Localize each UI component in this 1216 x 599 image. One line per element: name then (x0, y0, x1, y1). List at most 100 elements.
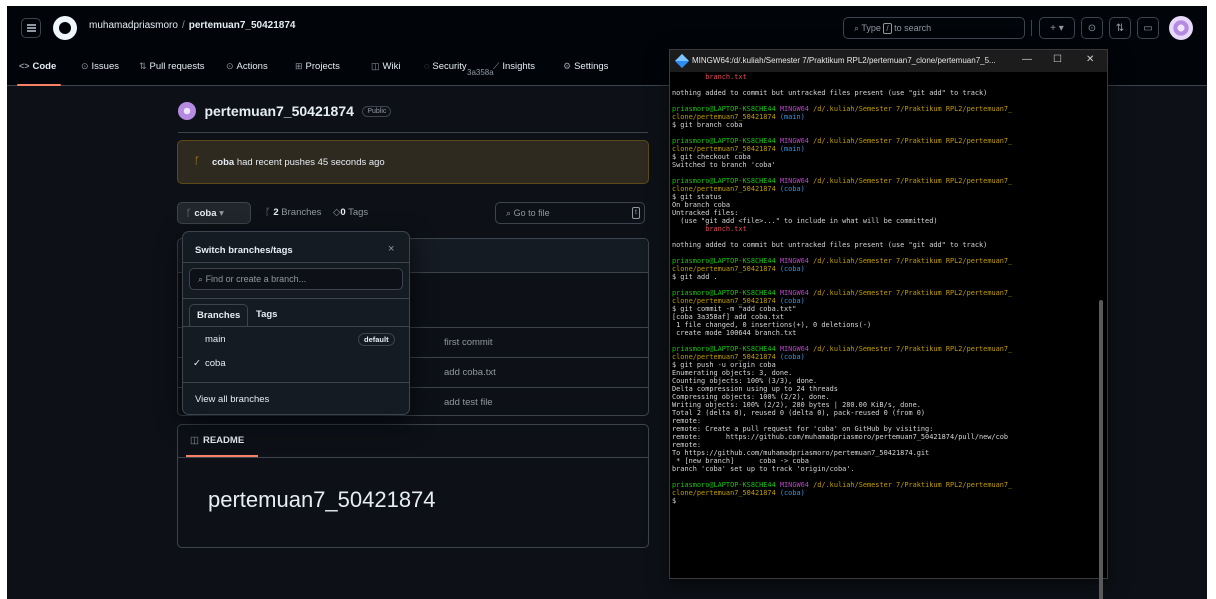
copilot-icon[interactable]: ⊙ (1081, 17, 1103, 39)
commit-message[interactable]: add test file (444, 397, 493, 408)
create-new-button[interactable]: + ▾ (1039, 17, 1075, 39)
terminal-line: remote: https://github.com/muhamadpriasm… (672, 433, 1097, 441)
tab-branches[interactable]: Branches (189, 304, 249, 326)
tags-link[interactable]: ◇0 Tags (333, 207, 368, 218)
view-all-branches-link[interactable]: View all branches (195, 394, 269, 405)
breadcrumb-owner[interactable]: muhamadpriasmoro (89, 20, 178, 31)
terminal-scrollbar[interactable] (1099, 300, 1103, 599)
close-icon[interactable]: × (388, 243, 394, 255)
tab-issues[interactable]: ⊙ Issues (81, 61, 119, 72)
tab-settings[interactable]: ⚙ Settings (563, 61, 608, 72)
play-icon: ⊙ (226, 61, 234, 71)
terminal-line: priasmoro@LAPTOP-KS8CHE44 MINGW64 /d/.ku… (672, 257, 1097, 265)
avatar[interactable] (1169, 16, 1193, 40)
dropdown-divider (183, 326, 409, 327)
branch-item-main[interactable]: main default (183, 328, 409, 352)
tab-insights[interactable]: ⟋ Insights (493, 61, 535, 72)
terminal-text: /d/.kuliah/Semester 7/Praktikum RPL2/per… (813, 105, 1013, 113)
go-to-file-input[interactable]: ⌕ Go to file t (495, 202, 645, 224)
terminal-text: Compressing objects: 100% (2/2), done. (672, 393, 830, 401)
close-button[interactable]: ✕ (1086, 54, 1094, 65)
terminal-text: On branch coba (672, 201, 731, 209)
readme-tab[interactable]: ◫ README (190, 435, 244, 446)
default-badge: default (358, 333, 395, 346)
go-to-file-label: Go to file (513, 208, 550, 218)
terminal-output[interactable]: branch.txt nothing added to commit but un… (672, 73, 1097, 578)
readme-divider (178, 457, 648, 458)
commit-sha[interactable]: 3a358a (467, 68, 494, 77)
terminal-text: /d/.kuliah/Semester 7/Praktikum RPL2/per… (813, 177, 1013, 185)
breadcrumb: muhamadpriasmoro / pertemuan7_50421874 (89, 20, 295, 31)
terminal-text: (main) (779, 145, 805, 153)
banner-branch[interactable]: coba (212, 157, 234, 168)
terminal-line: $ git add . (672, 273, 1097, 281)
terminal-text: priasmoro@LAPTOP-KS8CHE44 (672, 481, 780, 489)
tab-actions[interactable]: ⊙ Actions (226, 61, 268, 72)
top-bar: muhamadpriasmoro / pertemuan7_50421874 ⌕ T… (7, 6, 1207, 50)
terminal-line: * [new branch] coba -> coba (672, 457, 1097, 465)
terminal-text: branch.txt (672, 73, 747, 81)
tab-actions-label: Actions (236, 61, 268, 72)
tab-projects[interactable]: ⊞ Projects (295, 61, 340, 72)
terminal-text: priasmoro@LAPTOP-KS8CHE44 (672, 257, 780, 265)
terminal-text: nothing added to commit but untracked fi… (672, 89, 988, 97)
terminal-text: Switched to branch 'coba' (672, 161, 776, 169)
branch-item-coba[interactable]: ✓ coba (183, 352, 409, 376)
topbar-divider (1031, 20, 1032, 36)
repo-name[interactable]: pertemuan7_50421874 (204, 103, 353, 119)
terminal-title: MINGW64:/d/.kuliah/Semester 7/Praktikum … (692, 56, 996, 65)
tab-pull-requests[interactable]: ⇅ Pull requests (139, 61, 204, 72)
tab-code-label: Code (32, 61, 57, 72)
terminal-text: branch 'coba' set up to track 'origin/co… (672, 465, 855, 473)
terminal-line: priasmoro@LAPTOP-KS8CHE44 MINGW64 /d/.ku… (672, 481, 1097, 489)
terminal-line: priasmoro@LAPTOP-KS8CHE44 MINGW64 /d/.ku… (672, 289, 1097, 297)
terminal-text: Untracked files: (672, 209, 739, 217)
pull-requests-icon[interactable]: ⇅ (1109, 17, 1131, 39)
tab-security[interactable]: ◌ Security (424, 61, 467, 72)
breadcrumb-repo[interactable]: pertemuan7_50421874 (189, 20, 296, 31)
terminal-text: 1 file changed, 0 insertions(+), 0 delet… (672, 321, 872, 329)
check-icon: ✓ (193, 358, 201, 369)
branch-search-input[interactable]: ⌕ Find or create a branch... (189, 268, 403, 290)
terminal-titlebar[interactable]: MINGW64:/d/.kuliah/Semester 7/Praktikum … (670, 50, 1107, 72)
terminal-text: (coba) (779, 489, 805, 497)
branches-link[interactable]: ᚴ 2 Branches (265, 207, 321, 218)
branch-select-button[interactable]: ᚴ coba ▾ (177, 202, 251, 224)
terminal-line: clone/pertemuan7_50421874 (coba) (672, 489, 1097, 497)
terminal-line: priasmoro@LAPTOP-KS8CHE44 MINGW64 /d/.ku… (672, 345, 1097, 353)
maximize-button[interactable]: ☐ (1053, 54, 1062, 65)
terminal-line: branch 'coba' set up to track 'origin/co… (672, 465, 1097, 473)
minimize-button[interactable]: — (1022, 54, 1032, 65)
terminal-text: MINGW64 (779, 289, 814, 297)
terminal-text: Counting objects: 100% (3/3), done. (672, 377, 818, 385)
terminal-text: $ (672, 497, 677, 505)
breadcrumb-separator: / (181, 20, 185, 31)
tab-code[interactable]: <> Code (19, 61, 56, 72)
commit-message[interactable]: add coba.txt (444, 367, 496, 378)
terminal-text: To https://github.com/muhamadpriasmoro/p… (672, 449, 930, 457)
commit-message[interactable]: first commit (444, 337, 493, 348)
terminal-line: $ git checkout coba (672, 153, 1097, 161)
terminal-line: Counting objects: 100% (3/3), done. (672, 377, 1097, 385)
tab-security-label: Security (432, 61, 467, 72)
terminal-line: (use "git add <file>..." to include in w… (672, 217, 1097, 225)
inbox-icon[interactable]: ▭ (1137, 17, 1159, 39)
tab-tags[interactable]: Tags (249, 304, 284, 326)
tab-wiki[interactable]: ◫ Wiki (371, 61, 400, 72)
github-logo-icon[interactable] (53, 16, 77, 40)
terminal-text: remote: (672, 417, 702, 425)
terminal-line: Enumerating objects: 3, done. (672, 369, 1097, 377)
search-input[interactable]: ⌕ Type / to search (843, 17, 1025, 39)
terminal-line: $ git branch coba (672, 121, 1097, 129)
terminal-line: Delta compression using up to 24 threads (672, 385, 1097, 393)
menu-button[interactable] (21, 18, 41, 38)
terminal-text: create mode 100644 branch.txt (672, 329, 797, 337)
terminal-text: remote: https://github.com/muhamadpriasm… (672, 433, 1009, 441)
terminal-text: /d/.kuliah/Semester 7/Praktikum RPL2/per… (813, 137, 1013, 145)
terminal-line: 1 file changed, 0 insertions(+), 0 delet… (672, 321, 1097, 329)
branches-label: Branches (281, 207, 322, 218)
issue-icon: ⊙ (81, 61, 89, 71)
terminal-window[interactable]: MINGW64:/d/.kuliah/Semester 7/Praktikum … (669, 49, 1108, 599)
